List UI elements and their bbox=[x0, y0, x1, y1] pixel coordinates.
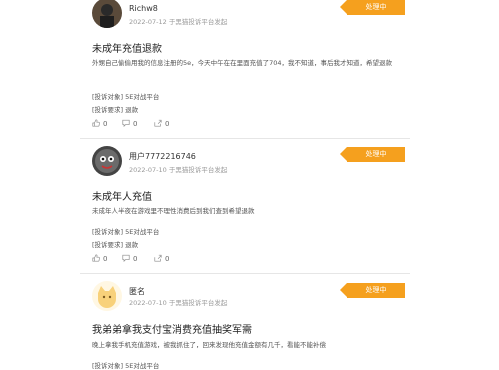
share-count: 0 bbox=[165, 120, 170, 128]
username[interactable]: 匿名 bbox=[129, 286, 145, 297]
user-avatar[interactable] bbox=[92, 0, 122, 28]
username[interactable]: 用户7772216746 bbox=[129, 151, 196, 162]
comment-icon bbox=[122, 119, 130, 127]
user-avatar[interactable] bbox=[92, 281, 122, 311]
post-meta: 2022-07-10 于黑猫投诉平台发起 bbox=[129, 166, 228, 174]
share-icon bbox=[154, 119, 162, 127]
complaint-request: [投诉要求] 退款 bbox=[92, 104, 138, 114]
share-count: 0 bbox=[165, 255, 170, 263]
like-icon bbox=[92, 119, 100, 127]
username[interactable]: Richw8 bbox=[129, 4, 158, 13]
object-value[interactable]: 5E对战平台 bbox=[125, 93, 159, 101]
like-stat[interactable]: 0 bbox=[92, 119, 107, 128]
complaint-body: 晚上拿我手机充值游戏，被我抓住了，回来发现他充值金额有几千，看能不能补偿 bbox=[92, 341, 326, 349]
like-count: 0 bbox=[103, 255, 108, 263]
complaint-title[interactable]: 未成年人充值 bbox=[92, 188, 152, 203]
share-icon bbox=[154, 254, 162, 262]
complaint-title[interactable]: 我弟弟拿我支付宝消费充值抽奖军需 bbox=[92, 321, 252, 336]
object-value[interactable]: 5E对战平台 bbox=[125, 228, 159, 236]
status-badge: 处理中 bbox=[340, 283, 405, 298]
share-stat[interactable]: 0 bbox=[154, 119, 169, 128]
request-value: 退款 bbox=[125, 241, 139, 249]
complaint-card-3: 匿名 2022-07-10 于黑猫投诉平台发起 处理中 我弟弟拿我支付宝消费充值… bbox=[0, 275, 499, 370]
object-label: [投诉对象] bbox=[92, 228, 124, 236]
post-divider bbox=[80, 138, 410, 139]
complaint-object: [投诉对象] 5E对战平台 bbox=[92, 226, 159, 236]
complaint-object: [投诉对象] 5E对战平台 bbox=[92, 91, 159, 101]
request-label: [投诉要求] bbox=[92, 106, 124, 114]
request-value: 退款 bbox=[125, 106, 139, 114]
complaint-request: [投诉要求] 退款 bbox=[92, 239, 138, 249]
comment-icon bbox=[122, 254, 130, 262]
comment-count: 0 bbox=[133, 120, 138, 128]
comment-stat[interactable]: 0 bbox=[122, 254, 137, 263]
like-count: 0 bbox=[103, 120, 108, 128]
complaint-card-1: Richw8 2022-07-12 于黑猫投诉平台发起 处理中 未成年充值退款 … bbox=[0, 0, 499, 138]
post-meta: 2022-07-10 于黑猫投诉平台发起 bbox=[129, 299, 228, 307]
complaint-card-2: 用户7772216746 2022-07-10 于黑猫投诉平台发起 处理中 未成… bbox=[0, 140, 499, 275]
user-avatar[interactable] bbox=[92, 146, 122, 176]
request-label: [投诉要求] bbox=[92, 241, 124, 249]
like-icon bbox=[92, 254, 100, 262]
like-stat[interactable]: 0 bbox=[92, 254, 107, 263]
post-meta: 2022-07-12 于黑猫投诉平台发起 bbox=[129, 18, 228, 26]
status-badge: 处理中 bbox=[340, 0, 405, 15]
complaint-title[interactable]: 未成年充值退款 bbox=[92, 40, 162, 55]
complaint-body: 外甥自己偷偷用我的信息注册的5e，今天中午在在里面充值了704，我不知道，事后我… bbox=[92, 59, 393, 67]
complaint-body: 未成年人半夜在游戏里不理性消费后到我们查到希望退款 bbox=[92, 207, 255, 215]
share-stat[interactable]: 0 bbox=[154, 254, 169, 263]
comment-count: 0 bbox=[133, 255, 138, 263]
object-label: [投诉对象] bbox=[92, 93, 124, 101]
post-divider bbox=[80, 273, 410, 274]
status-badge: 处理中 bbox=[340, 147, 405, 162]
comment-stat[interactable]: 0 bbox=[122, 119, 137, 128]
